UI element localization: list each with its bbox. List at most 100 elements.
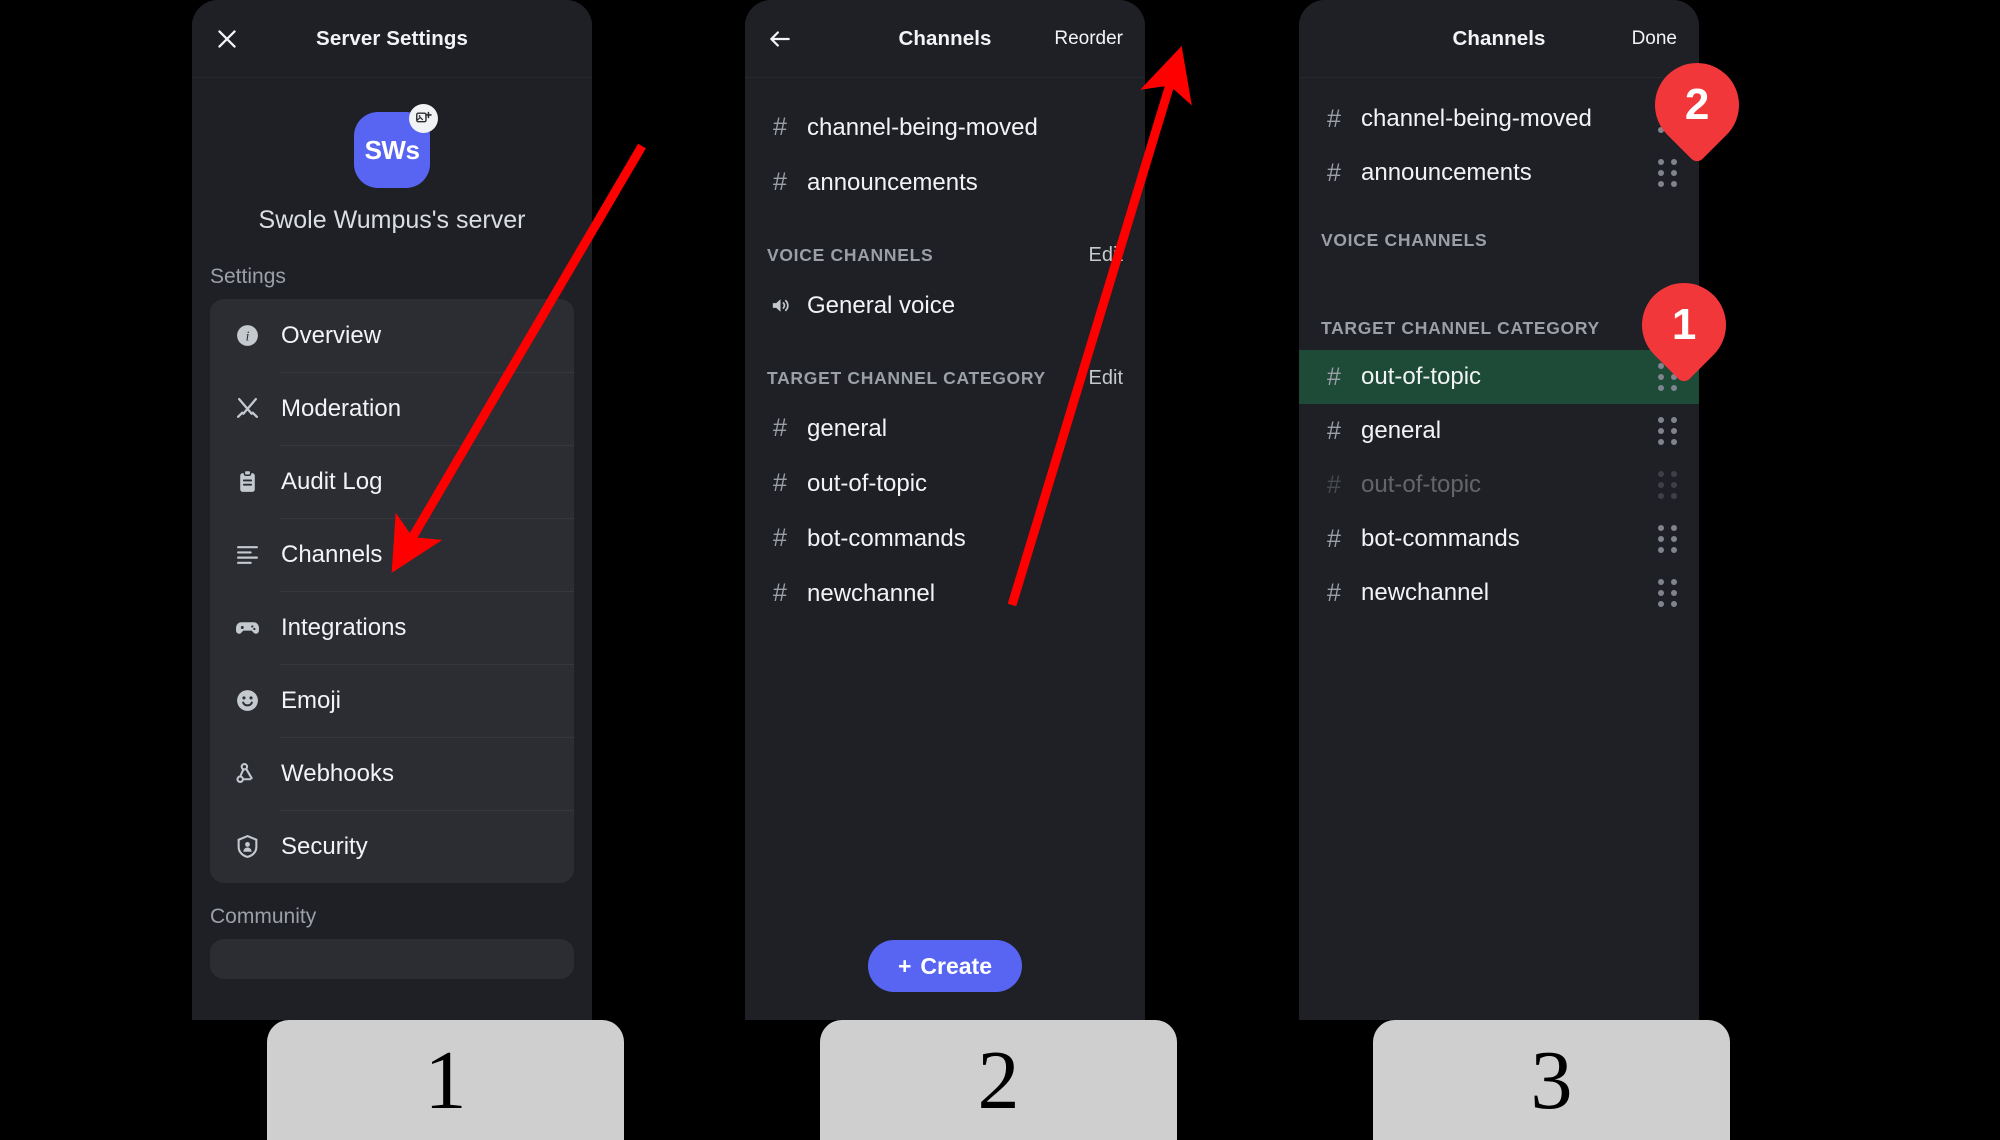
channel-row[interactable]: # announcements: [745, 155, 1145, 210]
hash-icon: #: [1327, 578, 1341, 607]
channel-name: out-of-topic: [1361, 363, 1482, 390]
step-number: 3: [1530, 1033, 1573, 1127]
settings-section-label: Settings: [210, 265, 286, 288]
reorder-row[interactable]: # newchannel: [1299, 566, 1699, 620]
create-button-wrap: + Create: [745, 940, 1145, 992]
reorder-row[interactable]: # general: [1299, 404, 1699, 458]
server-name: Swole Wumpus's server: [258, 206, 526, 234]
step-tab-2[interactable]: 2: [820, 1020, 1177, 1140]
drag-handle-icon[interactable]: [1657, 578, 1679, 607]
hash-icon: #: [773, 579, 787, 607]
back-button[interactable]: [767, 26, 807, 52]
voice-category-header: VOICE CHANNELS: [1299, 218, 1699, 262]
server-identity: SWs Swole Wumpus's server: [192, 78, 592, 235]
sidebar-item-overview[interactable]: i Overview: [210, 299, 574, 372]
shield-person-icon: [232, 832, 262, 862]
badge-label: 2: [1684, 80, 1710, 130]
channel-name: channel-being-moved: [807, 113, 1038, 141]
community-menu-partial[interactable]: [210, 939, 574, 979]
target-category-header: TARGET CHANNEL CATEGORY: [1299, 306, 1699, 350]
sidebar-item-label: Channels: [281, 540, 383, 568]
channel-name: channel-being-moved: [1361, 105, 1592, 132]
hash-icon: #: [1327, 104, 1341, 133]
edit-target-category-button[interactable]: Edit: [1089, 367, 1123, 390]
sidebar-item-webhooks[interactable]: Webhooks: [210, 737, 574, 810]
sidebar-item-label: Moderation: [281, 394, 402, 422]
drag-handle-icon[interactable]: [1657, 524, 1679, 553]
sidebar-item-emoji[interactable]: Emoji: [210, 664, 574, 737]
panel-channels-list: Channels Reorder # channel-being-moved #…: [745, 0, 1145, 1020]
reorder-row-drop-target[interactable]: # out-of-topic: [1299, 350, 1699, 404]
hash-icon: #: [1327, 416, 1341, 445]
channel-name: general: [807, 414, 888, 442]
reorder-row-placeholder: # out-of-topic: [1299, 458, 1699, 512]
voice-category-header: VOICE CHANNELS Edit: [745, 232, 1145, 278]
hash-icon: #: [1327, 158, 1341, 187]
sidebar-item-moderation[interactable]: Moderation: [210, 372, 574, 445]
reorder-row[interactable]: # announcements: [1299, 146, 1699, 200]
svg-text:i: i: [245, 329, 249, 344]
community-section-label: Community: [210, 905, 317, 928]
sidebar-item-security[interactable]: Security: [210, 810, 574, 883]
channel-name: bot-commands: [807, 524, 966, 552]
gamepad-icon: [232, 613, 262, 643]
avatar[interactable]: SWs: [354, 104, 438, 188]
create-channel-button[interactable]: + Create: [867, 940, 1023, 992]
sidebar-item-channels[interactable]: Channels: [210, 518, 574, 591]
drag-handle-icon: [1657, 470, 1679, 499]
category-title: VOICE CHANNELS: [767, 244, 934, 265]
step-number: 1: [424, 1033, 467, 1127]
category-title: VOICE CHANNELS: [1321, 229, 1488, 250]
swords-icon: [232, 394, 262, 424]
channel-row[interactable]: # newchannel: [745, 566, 1145, 621]
reorder-row[interactable]: # bot-commands: [1299, 512, 1699, 566]
hash-icon: #: [773, 414, 787, 442]
sidebar-item-audit-log[interactable]: Audit Log: [210, 445, 574, 518]
sidebar-item-label: Security: [281, 832, 368, 860]
reorder-button[interactable]: Reorder: [1054, 0, 1123, 78]
category-title: TARGET CHANNEL CATEGORY: [767, 367, 1046, 388]
voice-channel-row[interactable]: General voice: [745, 278, 1145, 333]
drag-handle-icon[interactable]: [1657, 158, 1679, 187]
plus-icon: +: [897, 952, 912, 979]
hash-icon: #: [773, 113, 787, 141]
done-button[interactable]: Done: [1632, 0, 1677, 78]
category-title: TARGET CHANNEL CATEGORY: [1321, 317, 1600, 338]
channels-body: # channel-being-moved # announcements VO…: [745, 78, 1145, 621]
panel3-header: Channels Done: [1299, 0, 1699, 78]
channel-row[interactable]: # general: [745, 401, 1145, 456]
badge-label: 1: [1671, 300, 1697, 350]
sidebar-item-label: Audit Log: [281, 467, 383, 495]
drag-handle-icon[interactable]: [1657, 416, 1679, 445]
back-arrow-icon: [770, 30, 790, 47]
webhook-icon: [232, 759, 262, 789]
close-button[interactable]: [214, 26, 254, 52]
panel1-header: Server Settings: [192, 0, 592, 78]
sidebar-item-label: Webhooks: [281, 759, 394, 787]
step-tab-1[interactable]: 1: [267, 1020, 624, 1140]
reorder-row[interactable]: # channel-being-moved: [1299, 92, 1699, 146]
sidebar-item-label: Integrations: [281, 613, 407, 641]
step-tab-3[interactable]: 3: [1373, 1020, 1730, 1140]
sidebar-item-integrations[interactable]: Integrations: [210, 591, 574, 664]
hash-icon: #: [1327, 524, 1341, 553]
screenshot-root: Server Settings SWs Swole Wumpus's serve…: [0, 0, 2000, 1140]
add-image-badge[interactable]: [409, 104, 438, 133]
channel-name: newchannel: [1361, 579, 1490, 606]
channel-row[interactable]: # channel-being-moved: [745, 100, 1145, 155]
target-category-header: TARGET CHANNEL CATEGORY Edit: [745, 355, 1145, 401]
panel-server-settings: Server Settings SWs Swole Wumpus's serve…: [192, 0, 592, 1020]
channel-name: out-of-topic: [1361, 471, 1482, 498]
speaker-icon: [767, 294, 793, 317]
hash-icon: #: [773, 168, 787, 196]
hash-icon: #: [1327, 470, 1341, 499]
edit-voice-category-button[interactable]: Edit: [1089, 244, 1123, 267]
channel-row[interactable]: # bot-commands: [745, 511, 1145, 566]
add-image-icon: [416, 111, 432, 123]
channel-name: announcements: [807, 168, 978, 196]
channel-name: newchannel: [807, 579, 936, 607]
settings-menu: i Overview Moderation Audit Log Channels…: [210, 299, 574, 883]
channel-name: bot-commands: [1361, 525, 1520, 552]
panel-channels-reorder: Channels Done # channel-being-moved # an…: [1299, 0, 1699, 1020]
channel-row[interactable]: # out-of-topic: [745, 456, 1145, 511]
